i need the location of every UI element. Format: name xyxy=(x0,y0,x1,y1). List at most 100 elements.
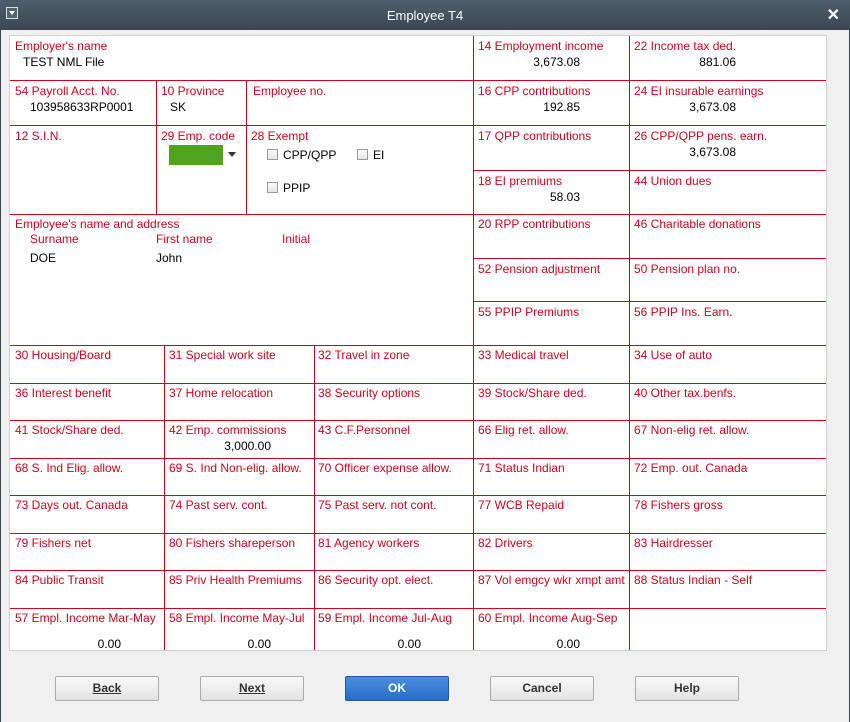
grid-line xyxy=(156,80,157,214)
grid-box-label: 66 Elig ret. allow. xyxy=(478,423,569,437)
grid-box-label: 57 Empl. Income Mar-May xyxy=(15,611,156,625)
cpp-qpp-checkbox[interactable] xyxy=(267,149,278,160)
grid-box-label: 41 Stock/Share ded. xyxy=(15,423,124,437)
grid-line xyxy=(10,125,826,126)
grid-box-label: 58 Empl. Income May-Jul xyxy=(169,611,305,625)
ei-checkbox[interactable] xyxy=(357,149,368,160)
grid-box-label: 43 C.F.Personnel xyxy=(318,423,411,437)
surname-value[interactable]: DOE xyxy=(30,251,56,265)
grid-line xyxy=(10,608,826,609)
grid-box-label: 88 Status Indian - Self xyxy=(634,573,753,587)
grid-line xyxy=(10,458,826,459)
grid-box-label: 72 Emp. out. Canada xyxy=(634,461,748,475)
box-57-value[interactable]: 0.00 xyxy=(10,637,121,651)
grid-box-label: 36 Interest benefit xyxy=(15,386,112,400)
grid-line xyxy=(10,80,826,81)
back-button[interactable]: Back xyxy=(55,676,159,701)
next-button[interactable]: Next xyxy=(200,676,304,701)
grid-line xyxy=(474,170,826,171)
grid-box-label: 81 Agency workers xyxy=(318,536,420,550)
grid-line xyxy=(10,345,826,346)
grid-box-label: 73 Days out. Canada xyxy=(15,498,128,512)
box-18-label: 18 EI premiums xyxy=(478,174,563,188)
close-icon[interactable]: ✕ xyxy=(827,5,840,25)
sin-label: 12 S.I.N. xyxy=(15,129,62,143)
grid-box-label: 39 Stock/Share ded. xyxy=(478,386,587,400)
grid-box-label: 31 Special work site xyxy=(169,348,276,362)
grid-box-label: 78 Fishers gross xyxy=(634,498,723,512)
grid-line xyxy=(10,420,826,421)
box-20-label: 20 RPP contributions xyxy=(478,217,591,231)
grid-box-label: 69 S. Ind Non-elig. allow. xyxy=(169,461,302,475)
box-16-label: 16 CPP contributions xyxy=(478,84,591,98)
grid-line xyxy=(10,533,826,534)
cpp-qpp-checkbox-label: CPP/QPP xyxy=(283,148,337,162)
grid-box-label: 68 S. Ind Elig. allow. xyxy=(15,461,124,475)
box-59-value[interactable]: 0.00 xyxy=(315,637,421,651)
grid-line xyxy=(10,214,826,215)
grid-box-label: 79 Fishers net xyxy=(15,536,92,550)
grid-box-label: 42 Emp. commissions xyxy=(169,423,287,437)
emp-code-select[interactable] xyxy=(169,145,223,165)
exempt-label: 28 Exempt xyxy=(251,129,309,143)
province-value[interactable]: SK xyxy=(170,100,186,114)
box-24-value[interactable]: 3,673.08 xyxy=(630,100,736,114)
employer-name-value[interactable]: TEST NML File xyxy=(23,55,104,69)
grid-box-label: 80 Fishers shareperson xyxy=(169,536,296,550)
province-label: 10 Province xyxy=(161,84,225,98)
initial-label: Initial xyxy=(282,232,311,246)
grid-box-label: 32 Travel in zone xyxy=(318,348,410,362)
box-18-value[interactable]: 58.03 xyxy=(474,190,580,204)
cancel-button[interactable]: Cancel xyxy=(490,676,594,701)
grid-box-label: 77 WCB Repaid xyxy=(478,498,565,512)
box-60-value[interactable]: 0.00 xyxy=(474,637,580,651)
first-name-value[interactable]: John xyxy=(156,251,182,265)
grid-box-label: 85 Priv Health Premiums xyxy=(169,573,302,587)
payroll-acct-label: 54 Payroll Acct. No. xyxy=(15,84,120,98)
employee-no-label: Employee no. xyxy=(253,84,327,98)
box-14-value[interactable]: 3,673.08 xyxy=(474,55,580,69)
payroll-acct-value[interactable]: 103958633RP0001 xyxy=(30,100,133,114)
back-button-label: Back xyxy=(92,681,122,695)
grid-box-label: 74 Past serv. cont. xyxy=(169,498,268,512)
grid-box-label: 70 Officer expense allow. xyxy=(318,461,452,475)
grid-box-label: 59 Empl. Income Jul-Aug xyxy=(318,611,453,625)
box-22-value[interactable]: 881.06 xyxy=(630,55,736,69)
grid-box-label: 30 Housing/Board xyxy=(15,348,112,362)
grid-box-label: 34 Use of auto xyxy=(634,348,713,362)
grid-line xyxy=(10,570,826,571)
box-22-label: 22 Income tax ded. xyxy=(634,39,737,53)
next-button-label: Next xyxy=(238,681,265,695)
ok-button[interactable]: OK xyxy=(345,676,449,701)
grid-box-label: 38 Security options xyxy=(318,386,421,400)
grid-line xyxy=(246,80,247,214)
grid-box-label: 82 Drivers xyxy=(478,536,533,550)
grid-line xyxy=(164,345,165,650)
box-58-value[interactable]: 0.00 xyxy=(165,637,271,651)
first-name-label: First name xyxy=(156,232,213,246)
box-16-value[interactable]: 192.85 xyxy=(474,100,580,114)
t4-form xyxy=(9,35,827,651)
box-42-value[interactable]: 3,000.00 xyxy=(165,439,271,453)
employer-name-label: Employer's name xyxy=(15,39,108,53)
box-52-label: 52 Pension adjustment xyxy=(478,262,601,276)
ei-checkbox-label: EI xyxy=(373,148,385,162)
grid-box-label: 33 Medical travel xyxy=(478,348,569,362)
grid-line xyxy=(474,258,826,259)
box-44-label: 44 Union dues xyxy=(634,174,712,188)
box-26-label: 26 CPP/QPP pens. earn. xyxy=(634,129,768,143)
box-46-label: 46 Charitable donations xyxy=(634,217,761,231)
chevron-down-icon[interactable] xyxy=(228,152,236,157)
box-14-label: 14 Employment income xyxy=(478,39,604,53)
grid-box-label: 71 Status Indian xyxy=(478,461,565,475)
ppip-checkbox[interactable] xyxy=(267,182,278,193)
box-26-value[interactable]: 3,673.08 xyxy=(630,145,736,159)
grid-box-label: 87 Vol emgcy wkr xmpt amt xyxy=(478,573,625,587)
help-button[interactable]: Help xyxy=(635,676,739,701)
grid-line xyxy=(10,383,826,384)
grid-line xyxy=(474,301,826,302)
box-55-label: 55 PPIP Premiums xyxy=(478,305,580,319)
grid-line xyxy=(629,36,630,345)
grid-box-label: 60 Empl. Income Aug-Sep xyxy=(478,611,618,625)
emp-code-label: 29 Emp. code xyxy=(161,129,236,143)
